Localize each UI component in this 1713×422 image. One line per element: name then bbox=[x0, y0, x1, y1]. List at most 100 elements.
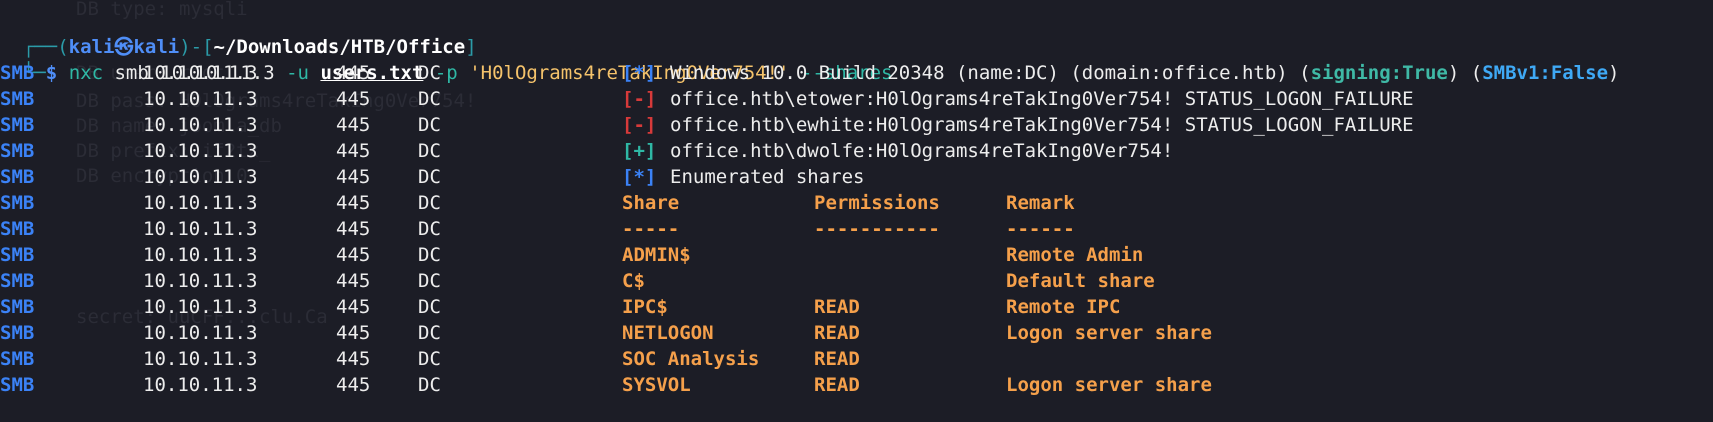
share-row: SMB 10.10.11.3 445 DC C$ Default share bbox=[0, 268, 1713, 294]
share-permissions: READ bbox=[814, 374, 860, 396]
share-permissions: Permissions bbox=[814, 192, 940, 214]
port: 445 bbox=[336, 296, 371, 318]
hostname: DC bbox=[418, 62, 441, 84]
share-row: SMB 10.10.11.3 445 DC ----- ----------- ------ bbox=[0, 216, 1713, 242]
port: 445 bbox=[336, 166, 371, 188]
prompt-line: ┌──(kali㉿kali)-[~/Downloads/HTB/Office] bbox=[0, 8, 477, 58]
share-remark: ------ bbox=[1006, 218, 1075, 240]
ip-address: 10.10.11.3 bbox=[143, 374, 258, 396]
message-text-mid: ) ( bbox=[1447, 62, 1483, 84]
ip-address: 10.10.11.3 bbox=[143, 348, 258, 370]
ip-address: 10.10.11.3 bbox=[143, 322, 258, 344]
port: 445 bbox=[336, 270, 371, 292]
status-marker: [+] bbox=[622, 140, 657, 162]
share-name: C$ bbox=[622, 270, 645, 292]
status-message: Windows 10.0 Build 20348 (name:DC) (doma… bbox=[670, 60, 1620, 86]
ip-address: 10.10.11.3 bbox=[143, 62, 258, 84]
status-message: office.htb\ewhite:H0lOgrams4reTakIng0Ver… bbox=[670, 112, 1414, 138]
hostname: DC bbox=[418, 218, 441, 240]
hostname: DC bbox=[418, 140, 441, 162]
message-text: Enumerated shares bbox=[670, 166, 865, 188]
share-name: SYSVOL bbox=[622, 374, 691, 396]
share-name: ADMIN$ bbox=[622, 244, 691, 266]
message-text: office.htb\dwolfe:H0lOgrams4reTakIng0Ver… bbox=[670, 140, 1174, 162]
share-remark: Default share bbox=[1006, 270, 1155, 292]
hostname: DC bbox=[418, 114, 441, 136]
status-message: office.htb\etower:H0lOgrams4reTakIng0Ver… bbox=[670, 86, 1414, 112]
hostname: DC bbox=[418, 348, 441, 370]
ip-address: 10.10.11.3 bbox=[143, 244, 258, 266]
message-text: office.htb\ewhite:H0lOgrams4reTakIng0Ver… bbox=[670, 114, 1414, 136]
command-line[interactable]: └─$ nxc smb 10.10.11.3 -u users.txt -p '… bbox=[0, 34, 893, 84]
proto-label: SMB bbox=[0, 166, 35, 188]
output-line: SMB 10.10.11.3 445 DC [*] Windows 10.0 Build … bbox=[0, 60, 1713, 86]
proto-label: SMB bbox=[0, 322, 35, 344]
hostname: DC bbox=[418, 296, 441, 318]
output-line: SMB 10.10.11.3 445 DC [+] office.htb\dwolfe:H… bbox=[0, 138, 1713, 164]
ip-address: 10.10.11.3 bbox=[143, 192, 258, 214]
output-line: SMB 10.10.11.3 445 DC [*] Enumerated shares bbox=[0, 164, 1713, 190]
share-name: NETLOGON bbox=[622, 322, 714, 344]
port: 445 bbox=[336, 374, 371, 396]
hostname: DC bbox=[418, 244, 441, 266]
port: 445 bbox=[336, 140, 371, 162]
share-row: SMB 10.10.11.3 445 DC Share Permissions Remark bbox=[0, 190, 1713, 216]
ip-address: 10.10.11.3 bbox=[143, 140, 258, 162]
status-marker: [*] bbox=[622, 166, 657, 188]
share-row: SMB 10.10.11.3 445 DC ADMIN$ Remote Admin bbox=[0, 242, 1713, 268]
status-marker: [-] bbox=[622, 88, 657, 110]
share-name: IPC$ bbox=[622, 296, 668, 318]
port: 445 bbox=[336, 218, 371, 240]
status-message: office.htb\dwolfe:H0lOgrams4reTakIng0Ver… bbox=[670, 138, 1173, 164]
message-text: office.htb\etower:H0lOgrams4reTakIng0Ver… bbox=[670, 88, 1414, 110]
proto-label: SMB bbox=[0, 374, 35, 396]
smbv1-flag: SMBv1:False bbox=[1482, 62, 1609, 84]
message-text-end: ) bbox=[1608, 62, 1620, 84]
status-marker: [-] bbox=[622, 114, 657, 136]
share-remark: Remark bbox=[1006, 192, 1075, 214]
proto-label: SMB bbox=[0, 270, 35, 292]
output-line: SMB 10.10.11.3 445 DC [-] office.htb\ewhite:H… bbox=[0, 112, 1713, 138]
share-name: ----- bbox=[622, 218, 680, 240]
ip-address: 10.10.11.3 bbox=[143, 166, 258, 188]
share-row: SMB 10.10.11.3 445 DC SYSVOL READ Logon server… bbox=[0, 372, 1713, 398]
hostname: DC bbox=[418, 192, 441, 214]
share-row: SMB 10.10.11.3 445 DC SOC Analysis READ bbox=[0, 346, 1713, 372]
share-remark: Remote Admin bbox=[1006, 244, 1144, 266]
ip-address: 10.10.11.3 bbox=[143, 88, 258, 110]
share-row: SMB 10.10.11.3 445 DC NETLOGON READ Logon serv… bbox=[0, 320, 1713, 346]
share-remark: Logon server share bbox=[1006, 374, 1212, 396]
proto-label: SMB bbox=[0, 348, 35, 370]
share-permissions: READ bbox=[814, 348, 860, 370]
share-row: SMB 10.10.11.3 445 DC IPC$ READ Remote IPC bbox=[0, 294, 1713, 320]
share-permissions: READ bbox=[814, 322, 860, 344]
hostname: DC bbox=[418, 166, 441, 188]
port: 445 bbox=[336, 322, 371, 344]
hostname: DC bbox=[418, 322, 441, 344]
port: 445 bbox=[336, 192, 371, 214]
share-name: SOC Analysis bbox=[622, 348, 760, 370]
proto-label: SMB bbox=[0, 218, 35, 240]
port: 445 bbox=[336, 88, 371, 110]
share-remark: Remote IPC bbox=[1006, 296, 1121, 318]
proto-label: SMB bbox=[0, 296, 35, 318]
ip-address: 10.10.11.3 bbox=[143, 218, 258, 240]
ip-address: 10.10.11.3 bbox=[143, 114, 258, 136]
status-marker: [*] bbox=[622, 62, 657, 84]
proto-label: SMB bbox=[0, 140, 35, 162]
ip-address: 10.10.11.3 bbox=[143, 270, 258, 292]
proto-label: SMB bbox=[0, 62, 35, 84]
port: 445 bbox=[336, 62, 371, 84]
proto-label: SMB bbox=[0, 114, 35, 136]
share-name: Share bbox=[622, 192, 680, 214]
message-text: Windows 10.0 Build 20348 (name:DC) (doma… bbox=[670, 62, 1311, 84]
status-message: Enumerated shares bbox=[670, 164, 864, 190]
proto-label: SMB bbox=[0, 244, 35, 266]
share-permissions: ----------- bbox=[814, 218, 940, 240]
ip-address: 10.10.11.3 bbox=[143, 296, 258, 318]
output-line: SMB 10.10.11.3 445 DC [-] office.htb\etower:H… bbox=[0, 86, 1713, 112]
hostname: DC bbox=[418, 88, 441, 110]
share-permissions: READ bbox=[814, 296, 860, 318]
signing-flag: signing:True bbox=[1310, 62, 1448, 84]
hostname: DC bbox=[418, 374, 441, 396]
